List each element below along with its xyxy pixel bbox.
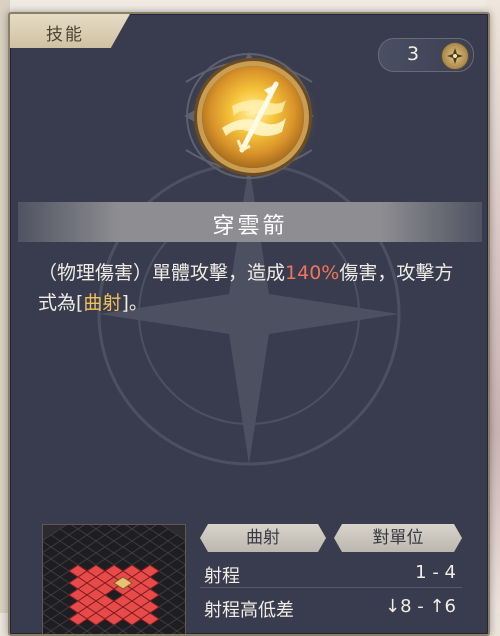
description-text-3: ]。 [121, 292, 148, 314]
target-type-tag: 對單位 [334, 524, 462, 552]
skill-point-value: 3 [407, 43, 420, 65]
stat-row-height-diff: 射程高低差 ↓8 - ↑6 [200, 592, 462, 622]
height-diff-value: ↓8 - ↑6 [384, 596, 456, 617]
attack-type-keyword[interactable]: 曲射 [83, 292, 121, 314]
skill-title-bar: 穿雲箭 [18, 202, 482, 242]
golden-arrow-skill-icon[interactable] [202, 66, 304, 168]
range-value: 1 - 4 [415, 562, 456, 583]
skill-tab[interactable]: 技能 [10, 14, 130, 48]
compass-star-icon [441, 42, 469, 70]
height-diff-label: 射程高低差 [204, 600, 294, 621]
skill-panel: 技能 3 穿雲箭 （物理傷害）單體攻擊，造成140%傷害，攻擊方式為[曲射]。 … [8, 12, 490, 636]
skill-tab-label: 技能 [46, 25, 84, 45]
skill-name: 穿雲箭 [212, 214, 288, 239]
skill-description: （物理傷害）單體攻擊，造成140%傷害，攻擊方式為[曲射]。 [38, 258, 472, 318]
skill-point-counter: 3 [378, 38, 474, 72]
damage-percentage: 140% [285, 262, 340, 284]
attack-range-grid [42, 524, 186, 634]
stat-row-range: 射程 1 - 4 [200, 558, 462, 588]
attack-type-tag: 曲射 [200, 524, 326, 552]
description-text-1: （物理傷害）單體攻擊，造成 [38, 262, 286, 284]
range-label: 射程 [204, 566, 240, 587]
row-divider [200, 587, 462, 588]
